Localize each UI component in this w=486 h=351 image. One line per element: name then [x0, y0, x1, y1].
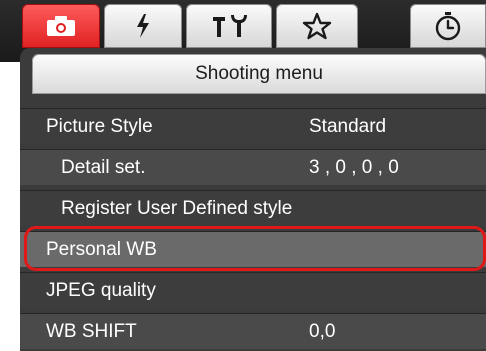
- tools-icon: [209, 13, 249, 39]
- menu-row-label: Personal WB: [46, 239, 157, 260]
- menu-row-label: Register User Defined style: [61, 198, 293, 219]
- menu-row-value: 3 , 0 , 0 , 0: [309, 157, 399, 178]
- menu-row-label: JPEG quality: [46, 280, 156, 301]
- menu-row-label: Picture Style: [46, 116, 153, 137]
- tab-setup[interactable]: [186, 4, 272, 48]
- menu-row-value: Standard: [309, 116, 387, 137]
- menu-row-register-user-defined[interactable]: Register User Defined style: [20, 190, 486, 226]
- menu-row-value: 0,0: [309, 321, 336, 342]
- lightning-icon: [134, 13, 152, 39]
- star-icon: [302, 12, 332, 40]
- menu-row-label: Detail set.: [61, 157, 146, 178]
- camera-icon: [46, 15, 76, 37]
- stopwatch-icon: [434, 11, 462, 41]
- menu-row-picture-style[interactable]: Picture Style Standard: [20, 108, 486, 144]
- tab-timer[interactable]: [410, 4, 486, 48]
- menu-row-wb-shift[interactable]: WB SHIFT 0,0: [20, 313, 486, 349]
- tab-playback[interactable]: [104, 4, 182, 48]
- tab-shooting[interactable]: [22, 4, 100, 48]
- menu-title-text: Shooting menu: [195, 63, 323, 84]
- menu-row-detail-set[interactable]: Detail set. 3 , 0 , 0 , 0: [20, 149, 486, 185]
- menu-row-jpeg-quality[interactable]: JPEG quality: [20, 272, 486, 308]
- menu-row-personal-wb[interactable]: Personal WB: [20, 231, 486, 267]
- camera-menu-screen: Shooting menu Picture Style Standard Det…: [0, 0, 486, 351]
- menu-title: Shooting menu: [32, 54, 486, 94]
- menu-row-label: WB SHIFT: [46, 321, 137, 342]
- tab-my-menu[interactable]: [276, 4, 358, 48]
